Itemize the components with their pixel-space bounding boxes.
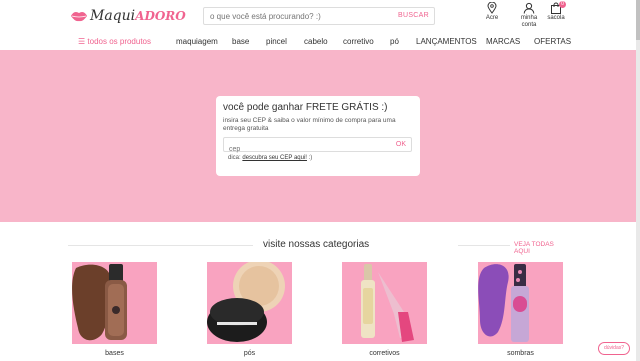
help-chat-button[interactable]: dúvidas? bbox=[598, 342, 631, 355]
scrollbar-thumb[interactable] bbox=[636, 0, 640, 40]
nav-all-products[interactable]: ☰ todos os produtos bbox=[78, 37, 151, 46]
search-button[interactable]: BUSCAR bbox=[398, 12, 429, 19]
account-link[interactable]: minha conta bbox=[518, 2, 540, 29]
free-shipping-cep-box: você pode ganhar FRETE GRÁTIS :) insira … bbox=[216, 96, 420, 176]
cep-ok-button[interactable]: OK bbox=[396, 141, 406, 148]
cep-description: insira seu CEP & saiba o valor mínimo de… bbox=[223, 117, 396, 132]
category-pos-label[interactable]: pós bbox=[207, 350, 292, 357]
cep-field: OK bbox=[223, 137, 412, 156]
bag-link[interactable]: 0 sacola bbox=[546, 1, 566, 22]
divider bbox=[68, 245, 253, 246]
search-bar: BUSCAR bbox=[203, 7, 435, 25]
main-nav: ☰ todos os produtos maquiagem base pince… bbox=[0, 33, 636, 50]
category-sombras[interactable] bbox=[478, 262, 563, 344]
category-pos-image bbox=[207, 262, 292, 344]
logo-text: MaquiADORO bbox=[90, 8, 186, 24]
account-label-line1: minha bbox=[520, 15, 538, 21]
category-sombras-image bbox=[478, 262, 563, 344]
user-icon bbox=[523, 2, 535, 14]
category-corretivos[interactable] bbox=[342, 262, 427, 344]
lips-logo-icon bbox=[71, 12, 87, 22]
location-pin-icon bbox=[487, 2, 497, 14]
site-logo[interactable]: MaquiADORO bbox=[70, 6, 186, 26]
category-corretivos-label[interactable]: corretivos bbox=[342, 350, 427, 357]
nav-pincel[interactable]: pincel bbox=[266, 37, 287, 46]
page-scrollbar[interactable] bbox=[636, 0, 640, 361]
see-all-categories-link[interactable]: VEJA TODAS AQUI bbox=[510, 241, 570, 255]
cep-input[interactable] bbox=[224, 143, 374, 156]
categories-header: visite nossas categorias VEJA TODAS AQUI bbox=[68, 238, 570, 255]
nav-marcas[interactable]: MARCAS bbox=[486, 37, 520, 46]
nav-lancamentos[interactable]: LANÇAMENTOS bbox=[416, 37, 477, 46]
location-label: Acre bbox=[485, 15, 499, 21]
category-sombras-label[interactable]: sombras bbox=[478, 350, 563, 357]
nav-maquiagem[interactable]: maquiagem bbox=[176, 37, 218, 46]
category-corretivos-image bbox=[342, 262, 427, 344]
cep-title: você pode ganhar FRETE GRÁTIS :) bbox=[223, 102, 388, 113]
nav-ofertas[interactable]: OFERTAS bbox=[534, 37, 571, 46]
categories-title: visite nossas categorias bbox=[263, 239, 370, 250]
bag-label: sacola bbox=[547, 15, 565, 21]
category-bases[interactable] bbox=[72, 262, 157, 344]
category-pos[interactable] bbox=[207, 262, 292, 344]
nav-cabelo[interactable]: cabelo bbox=[304, 37, 328, 46]
nav-base[interactable]: base bbox=[232, 37, 249, 46]
category-bases-label[interactable]: bases bbox=[72, 350, 157, 357]
location-selector[interactable]: Acre bbox=[484, 2, 500, 22]
site-header: MaquiADORO BUSCAR Acre minha conta 0 sac… bbox=[0, 0, 636, 50]
nav-po[interactable]: pó bbox=[390, 37, 399, 46]
bag-count-badge: 0 bbox=[559, 1, 566, 8]
search-input[interactable] bbox=[204, 11, 394, 21]
nav-all-products-label: todos os produtos bbox=[87, 37, 152, 46]
account-label-line2: conta bbox=[521, 22, 537, 28]
nav-corretivo[interactable]: corretivo bbox=[343, 37, 374, 46]
category-bases-image bbox=[72, 262, 157, 344]
